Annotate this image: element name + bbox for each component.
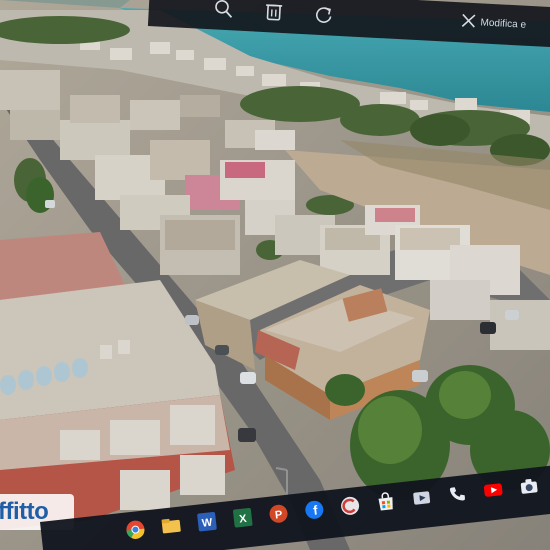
media-player-icon[interactable]: [411, 487, 433, 509]
aerial-photo: [0, 0, 550, 550]
edit-icon[interactable]: [460, 12, 477, 29]
rotate-icon[interactable]: [312, 3, 335, 26]
store-icon[interactable]: [375, 491, 397, 513]
edit-label[interactable]: Modifica e: [480, 17, 526, 30]
camera-icon[interactable]: [518, 475, 540, 497]
file-explorer-icon[interactable]: [160, 515, 182, 537]
facebook-icon[interactable]: f: [303, 499, 325, 521]
chrome-icon[interactable]: [124, 519, 146, 541]
powerpoint-icon[interactable]: P: [268, 503, 290, 525]
phone-icon[interactable]: [446, 483, 468, 505]
excel-icon[interactable]: X: [232, 507, 254, 529]
delete-icon[interactable]: [262, 0, 285, 23]
svg-text:W: W: [201, 517, 213, 530]
youtube-icon[interactable]: [482, 479, 504, 501]
svg-text:P: P: [274, 509, 283, 522]
screen: Modifica e ffitto W X P f: [0, 0, 550, 550]
word-icon[interactable]: W: [196, 511, 218, 533]
ccleaner-icon[interactable]: [339, 495, 361, 517]
zoom-icon[interactable]: [212, 0, 235, 20]
